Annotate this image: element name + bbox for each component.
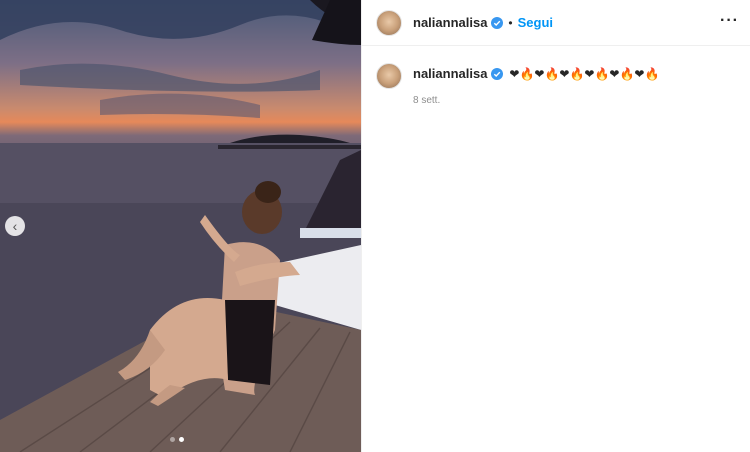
carousel-dot-active (179, 437, 184, 442)
chevron-left-icon: ‹ (12, 218, 18, 234)
comment-line: naliannalisa ❤🔥❤🔥❤🔥❤🔥❤🔥❤🔥 (413, 66, 659, 81)
verified-badge-icon (491, 16, 504, 29)
username-link[interactable]: naliannalisa (413, 15, 487, 30)
carousel-dot (170, 437, 175, 442)
post-timestamp[interactable]: 8 sett. (413, 95, 659, 106)
follow-button[interactable]: Segui (518, 15, 553, 30)
more-options-icon[interactable]: ··· (720, 12, 739, 30)
caption-comment: naliannalisa ❤🔥❤🔥❤🔥❤🔥❤🔥❤🔥 8 sett. (376, 63, 659, 106)
avatar[interactable] (376, 63, 402, 89)
comment-body: naliannalisa ❤🔥❤🔥❤🔥❤🔥❤🔥❤🔥 8 sett. (413, 63, 659, 106)
post-side-panel: naliannalisa • Segui ··· naliannalisa ❤🔥… (361, 0, 750, 452)
photo-illustration (0, 0, 361, 452)
post-photo[interactable]: ‹ (0, 0, 361, 452)
post-header: naliannalisa • Segui ··· (362, 0, 750, 46)
carousel-indicator (170, 437, 184, 442)
avatar[interactable] (376, 9, 402, 36)
carousel-prev-button[interactable]: ‹ (5, 216, 25, 236)
caption-username-link[interactable]: naliannalisa (413, 66, 487, 81)
separator-dot: • (508, 15, 513, 30)
verified-badge-icon (491, 67, 504, 80)
caption-text: ❤🔥❤🔥❤🔥❤🔥❤🔥❤🔥 (509, 66, 660, 81)
